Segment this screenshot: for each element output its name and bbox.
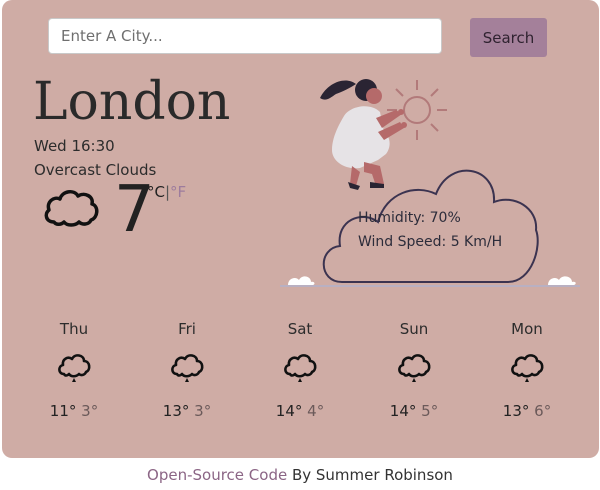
forecast-max-temp: 14° <box>275 402 303 420</box>
forecast-min-temp: 3° <box>194 402 212 420</box>
current-datetime: Wed 16:30 <box>34 137 115 155</box>
city-name: London <box>33 72 231 132</box>
forecast-min-temp: 4° <box>307 402 325 420</box>
forecast-day: Mon 13° 6° <box>487 320 567 420</box>
celsius-link[interactable]: °C <box>147 183 165 201</box>
forecast-min-temp: 3° <box>81 402 99 420</box>
search-button[interactable]: Search <box>470 18 547 57</box>
humidity-value: Humidity: 70% <box>358 210 461 226</box>
forecast-max-temp: 11° <box>49 402 77 420</box>
author-credit: By Summer Robinson <box>287 466 453 484</box>
cloud-icon <box>44 190 99 227</box>
weather-card: Search London Wed 16:30 Overcast Clouds … <box>2 0 599 458</box>
source-code-link[interactable]: Open-Source Code <box>147 466 287 484</box>
rain-cloud-icon <box>171 354 204 382</box>
rain-cloud-icon <box>58 354 91 382</box>
footer: Open-Source Code By Summer Robinson <box>0 466 600 484</box>
rain-cloud-icon <box>398 354 431 382</box>
forecast-min-temp: 6° <box>534 402 552 420</box>
weather-illustration <box>280 79 580 287</box>
rain-cloud-icon <box>284 354 317 382</box>
forecast-day: Thu 11° 3° <box>34 320 114 420</box>
forecast-day-name: Fri <box>178 320 196 338</box>
unit-toggle: °C|°F <box>147 183 186 201</box>
forecast-day: Fri 13° 3° <box>147 320 227 420</box>
forecast-day: Sat 14° 4° <box>260 320 340 420</box>
forecast-temps: 13° 6° <box>487 402 567 420</box>
forecast-day-name: Mon <box>511 320 543 338</box>
rain-cloud-icon <box>511 354 544 382</box>
forecast-day-name: Thu <box>59 320 89 338</box>
forecast-max-temp: 13° <box>162 402 190 420</box>
forecast-day-name: Sat <box>287 320 313 338</box>
forecast-temps: 13° 3° <box>147 402 227 420</box>
wind-speed-value: Wind Speed: 5 Km/H <box>358 234 503 250</box>
forecast-max-temp: 14° <box>389 402 417 420</box>
forecast-temps: 11° 3° <box>34 402 114 420</box>
forecast-day-name: Sun <box>399 320 429 338</box>
forecast-min-temp: 5° <box>421 402 439 420</box>
city-search-input[interactable] <box>48 18 442 54</box>
forecast-max-temp: 13° <box>502 402 530 420</box>
forecast-temps: 14° 5° <box>374 402 454 420</box>
forecast-day: Sun 14° 5° <box>374 320 454 420</box>
forecast-temps: 14° 4° <box>260 402 340 420</box>
fahrenheit-link[interactable]: °F <box>170 183 186 201</box>
